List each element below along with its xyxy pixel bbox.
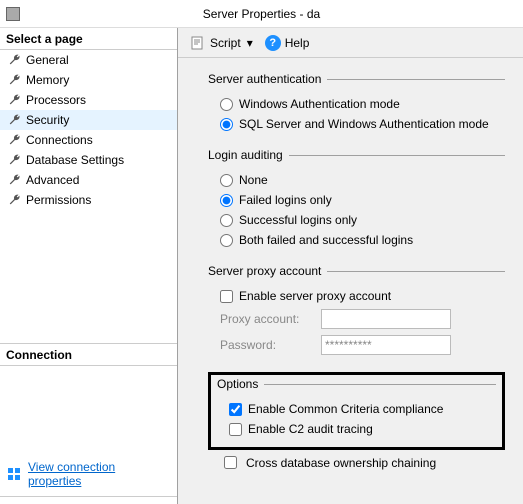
proxy-password-row: Password:: [208, 332, 505, 358]
audit-failed-row: Failed logins only: [208, 190, 505, 210]
sidebar-item-label: Connections: [26, 132, 93, 148]
wrench-icon: [8, 193, 22, 207]
sidebar-item-label: Security: [26, 112, 69, 128]
connection-body: [0, 366, 177, 452]
select-page-header: Select a page: [0, 28, 177, 50]
audit-none-radio[interactable]: [220, 174, 233, 187]
cross-db-row: Cross database ownership chaining: [208, 450, 505, 475]
server-proxy-group: Server proxy account Enable server proxy…: [208, 264, 505, 358]
audit-none-label: None: [239, 173, 268, 187]
view-connection-properties-link[interactable]: View connection properties: [28, 460, 171, 488]
audit-both-label: Both failed and successful logins: [239, 233, 413, 247]
c2-row: Enable C2 audit tracing: [217, 419, 496, 439]
right-panel: Script ▾ ? Help Server authentication Wi…: [178, 28, 523, 504]
login-auditing-group: Login auditing None Failed logins only S…: [208, 148, 505, 250]
left-panel: Select a page General Memory Processors …: [0, 28, 178, 504]
sidebar-item-advanced[interactable]: Advanced: [0, 170, 177, 190]
sidebar-item-label: General: [26, 52, 69, 68]
audit-success-label: Successful logins only: [239, 213, 357, 227]
system-menu-icon[interactable]: [6, 7, 20, 21]
connection-properties-icon: [6, 466, 22, 482]
sidebar-item-connections[interactable]: Connections: [0, 130, 177, 150]
options-group: Options Enable Common Criteria complianc…: [217, 377, 496, 439]
wrench-icon: [8, 53, 22, 67]
auth-mode-sql-label: SQL Server and Windows Authentication mo…: [239, 117, 489, 131]
sidebar-item-permissions[interactable]: Permissions: [0, 190, 177, 210]
proxy-account-label: Proxy account:: [220, 312, 315, 326]
enable-proxy-checkbox[interactable]: [220, 290, 233, 303]
audit-success-radio[interactable]: [220, 214, 233, 227]
wrench-icon: [8, 73, 22, 87]
proxy-account-input: [321, 309, 451, 329]
common-criteria-checkbox[interactable]: [229, 403, 242, 416]
audit-none-row: None: [208, 170, 505, 190]
window-title: Server Properties - da: [0, 7, 523, 21]
ccc-row: Enable Common Criteria compliance: [217, 399, 496, 419]
toolbar: Script ▾ ? Help: [178, 28, 523, 58]
options-legend: Options: [217, 377, 264, 391]
script-icon: [190, 35, 206, 51]
help-icon: ?: [265, 35, 281, 51]
sidebar-item-label: Permissions: [26, 192, 91, 208]
sidebar-item-label: Processors: [26, 92, 86, 108]
dropdown-caret-icon: ▾: [247, 36, 253, 50]
proxy-password-label: Password:: [220, 338, 315, 352]
auth-mode-sql-row: SQL Server and Windows Authentication mo…: [208, 114, 505, 134]
c2-audit-checkbox[interactable]: [229, 423, 242, 436]
connection-header: Connection: [0, 343, 177, 366]
connection-link-row: View connection properties: [0, 452, 177, 496]
cross-db-label: Cross database ownership chaining: [246, 456, 436, 470]
server-authentication-legend: Server authentication: [208, 72, 327, 86]
left-bottom-strip: [0, 496, 177, 504]
wrench-icon: [8, 113, 22, 127]
proxy-password-input: [321, 335, 451, 355]
audit-success-row: Successful logins only: [208, 210, 505, 230]
wrench-icon: [8, 153, 22, 167]
content-area: Server authentication Windows Authentica…: [178, 58, 523, 485]
audit-failed-label: Failed logins only: [239, 193, 332, 207]
sidebar-item-memory[interactable]: Memory: [0, 70, 177, 90]
script-label: Script: [210, 36, 241, 50]
auth-mode-windows-row: Windows Authentication mode: [208, 94, 505, 114]
proxy-account-row: Proxy account:: [208, 306, 505, 332]
sidebar-item-security[interactable]: Security: [0, 110, 177, 130]
sidebar-item-processors[interactable]: Processors: [0, 90, 177, 110]
enable-proxy-label: Enable server proxy account: [239, 289, 391, 303]
wrench-icon: [8, 93, 22, 107]
script-button[interactable]: Script ▾: [186, 33, 257, 53]
enable-proxy-row: Enable server proxy account: [208, 286, 505, 306]
audit-both-row: Both failed and successful logins: [208, 230, 505, 250]
auth-mode-windows-radio[interactable]: [220, 98, 233, 111]
cross-db-checkbox[interactable]: [224, 456, 237, 469]
common-criteria-label: Enable Common Criteria compliance: [248, 402, 443, 416]
auth-mode-sql-radio[interactable]: [220, 118, 233, 131]
audit-both-radio[interactable]: [220, 234, 233, 247]
sidebar-item-database-settings[interactable]: Database Settings: [0, 150, 177, 170]
c2-audit-label: Enable C2 audit tracing: [248, 422, 373, 436]
wrench-icon: [8, 173, 22, 187]
sidebar-item-label: Memory: [26, 72, 69, 88]
wrench-icon: [8, 133, 22, 147]
title-bar: Server Properties - da: [0, 0, 523, 28]
page-nav: General Memory Processors Security Conne…: [0, 50, 177, 210]
sidebar-item-label: Database Settings: [26, 152, 124, 168]
help-button[interactable]: ? Help: [261, 33, 314, 53]
login-auditing-legend: Login auditing: [208, 148, 289, 162]
auth-mode-windows-label: Windows Authentication mode: [239, 97, 400, 111]
server-authentication-group: Server authentication Windows Authentica…: [208, 72, 505, 134]
sidebar-item-label: Advanced: [26, 172, 79, 188]
help-label: Help: [285, 36, 310, 50]
server-proxy-legend: Server proxy account: [208, 264, 327, 278]
audit-failed-radio[interactable]: [220, 194, 233, 207]
sidebar-item-general[interactable]: General: [0, 50, 177, 70]
options-highlight-box: Options Enable Common Criteria complianc…: [208, 372, 505, 450]
